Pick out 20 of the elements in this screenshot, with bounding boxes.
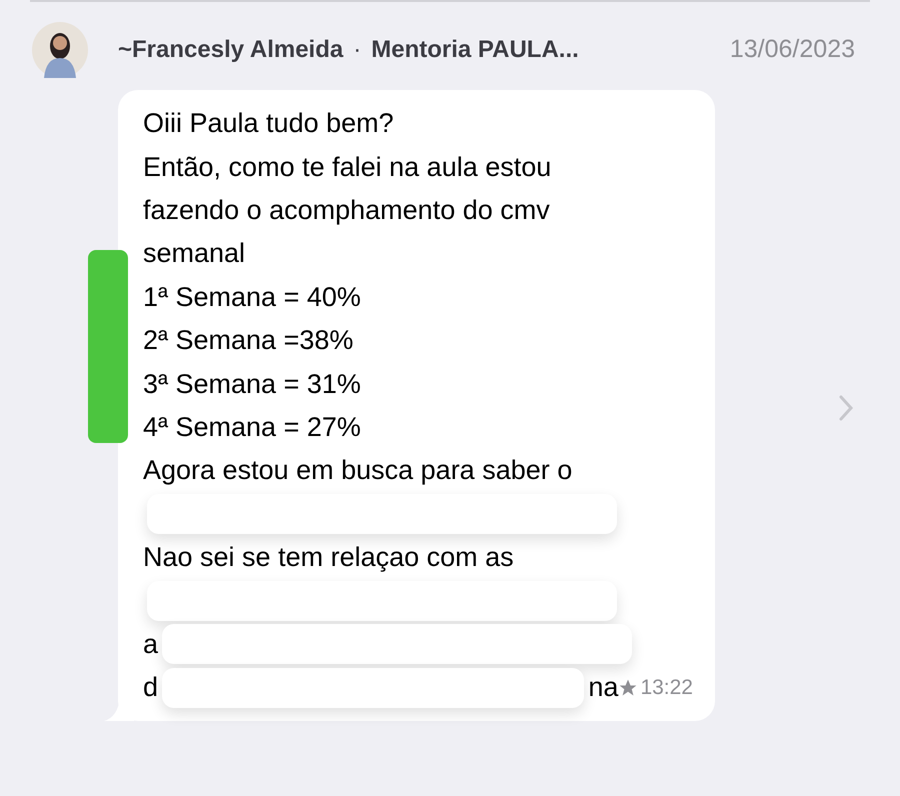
message-line: fazendo o acomphamento do cmv (143, 194, 550, 227)
message-line: 3ª Semana = 31% (143, 368, 361, 401)
message-line: Nao sei se tem relaçao com as (143, 541, 514, 574)
sender-name: ~Francesly Almeida (118, 35, 344, 65)
message-time: 13:22 (640, 675, 693, 702)
message-line: Então, como te falei na aula estou (143, 150, 552, 184)
separator-dot: · (353, 35, 362, 65)
message-line: Agora estou em busca para saber o (143, 454, 572, 488)
message-line: 2ª Semana =38% (143, 324, 354, 358)
message-line: semanal (143, 237, 246, 270)
avatar (32, 22, 88, 78)
message-line: a (143, 628, 158, 661)
group-name: Mentoria PAULA... (371, 35, 579, 65)
message-line: 1ª Semana = 40% (143, 280, 361, 314)
chevron-right-icon[interactable] (838, 394, 854, 422)
message-line: 4ª Semana = 27% (143, 410, 361, 444)
message-line: d (143, 671, 158, 704)
message-date: 13/06/2023 (730, 34, 855, 66)
message-line: Oiii Paula tudo bem? (143, 107, 394, 140)
message-line-end: na (588, 671, 618, 704)
